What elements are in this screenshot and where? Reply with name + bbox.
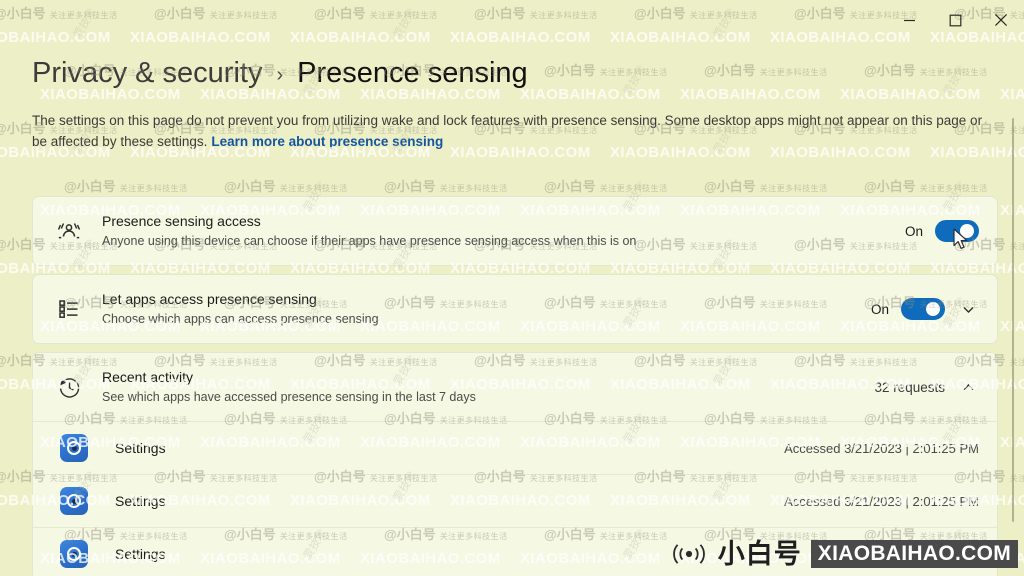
card-row[interactable]: Recent activity See which apps have acce… [33,353,997,421]
watermark-brand: @小白号关注更多科技生活 [544,179,668,194]
breadcrumb-separator-icon: › [276,63,284,86]
toggle-state-label: On [904,223,923,239]
page-description: The settings on this page do not prevent… [32,110,1000,152]
presence-sensing-icon [49,218,89,244]
card-subtitle: Choose which apps can access presence se… [102,312,379,326]
gear-dot [71,551,77,557]
toggle-knob [960,224,974,238]
logo-chinese-text: 小白号 [717,538,802,569]
card-title: Let apps access presence sensing [102,291,317,307]
activity-app-name: Settings [115,440,166,456]
watermark-brand: @小白号关注更多科技生活 [384,179,508,194]
recent-activity-icon [49,375,89,400]
card-controls: 32 requests [874,380,979,395]
activity-app-name: Settings [115,493,166,509]
gear-ring [67,494,81,508]
activity-timestamp: Accessed 3/21/2023 | 2:01:25 PM [784,493,979,509]
activity-row[interactable]: Settings Accessed 3/21/2023 | 2:01:25 PM [33,474,997,527]
card-controls: On [905,220,979,242]
card-subtitle: Anyone using this device can choose if t… [102,234,637,248]
activity-timestamp: Accessed 3/21/2023 | 2:01:25 PM [784,440,979,456]
watermark-brand: @小白号关注更多科技生活 [224,179,348,194]
card-text: Presence sensing access Anyone using thi… [89,212,905,250]
window-titlebar [0,0,1024,40]
breadcrumb-parent[interactable]: Privacy & security [32,57,262,90]
card-presence-sensing-access: Presence sensing access Anyone using thi… [32,196,998,266]
toggle-knob [926,302,940,316]
chevron-up-icon[interactable] [957,380,979,395]
vertical-scrollbar[interactable] [1008,118,1018,522]
gear-ring [67,441,81,455]
card-subtitle: See which apps have accessed presence se… [102,390,476,404]
chevron-down-icon[interactable] [957,302,979,317]
breadcrumb: Privacy & security › Presence sensing [32,57,1000,90]
card-row[interactable]: Presence sensing access Anyone using thi… [33,197,997,265]
settings-content: Presence sensing access Anyone using thi… [32,196,998,576]
maximize-icon[interactable] [932,0,978,40]
card-title: Presence sensing access [102,213,261,229]
logo-domain-badge: XIAOBAIHAO.COM [810,540,1018,568]
card-let-apps-access: Let apps access presence sensing Choose … [32,274,998,344]
card-text: Let apps access presence sensing Choose … [89,290,871,328]
scrollbar-thumb[interactable] [1012,118,1014,522]
settings-app-icon [60,540,88,568]
card-title: Recent activity [102,369,194,385]
learn-more-link[interactable]: Learn more about presence sensing [211,134,443,149]
page-description-text: The settings on this page do not prevent… [32,112,983,149]
broadcast-icon [669,541,709,567]
settings-app-icon [60,434,88,462]
watermark-url: XIAOBAIHAO.COM [1000,86,1024,103]
watermark-brand: @小白号关注更多科技生活 [704,179,828,194]
settings-window: XIAOBAIHAO.COM@小白号关注更多科技生活爱技术XIAOBAIHAO.… [0,0,1024,576]
page-title: Presence sensing [297,57,528,89]
watermark-brand: @小白号关注更多科技生活 [864,179,988,194]
card-row[interactable]: Let apps access presence sensing Choose … [33,275,997,343]
toggle-state-label: On [870,301,889,317]
close-icon[interactable] [978,0,1024,40]
activity-row[interactable]: Settings Accessed 3/21/2023 | 2:01:25 PM [33,421,997,474]
watermark-brand: @小白号关注更多科技生活 [64,179,188,194]
gear-dot [71,445,77,451]
channel-logo: 小白号 XIAOBAIHAO.COM [669,540,1018,568]
card-text: Recent activity See which apps have acce… [89,368,874,406]
app-list-icon [49,297,89,321]
presence-sensing-access-toggle[interactable] [935,220,979,242]
let-apps-access-toggle[interactable] [901,298,945,320]
page-header: Privacy & security › Presence sensing Th… [32,57,1000,152]
request-count-label: 32 requests [874,379,945,395]
minimize-icon[interactable] [886,0,932,40]
settings-app-icon [60,487,88,515]
gear-dot [71,498,77,504]
card-controls: On [871,298,979,320]
gear-ring [67,547,81,561]
